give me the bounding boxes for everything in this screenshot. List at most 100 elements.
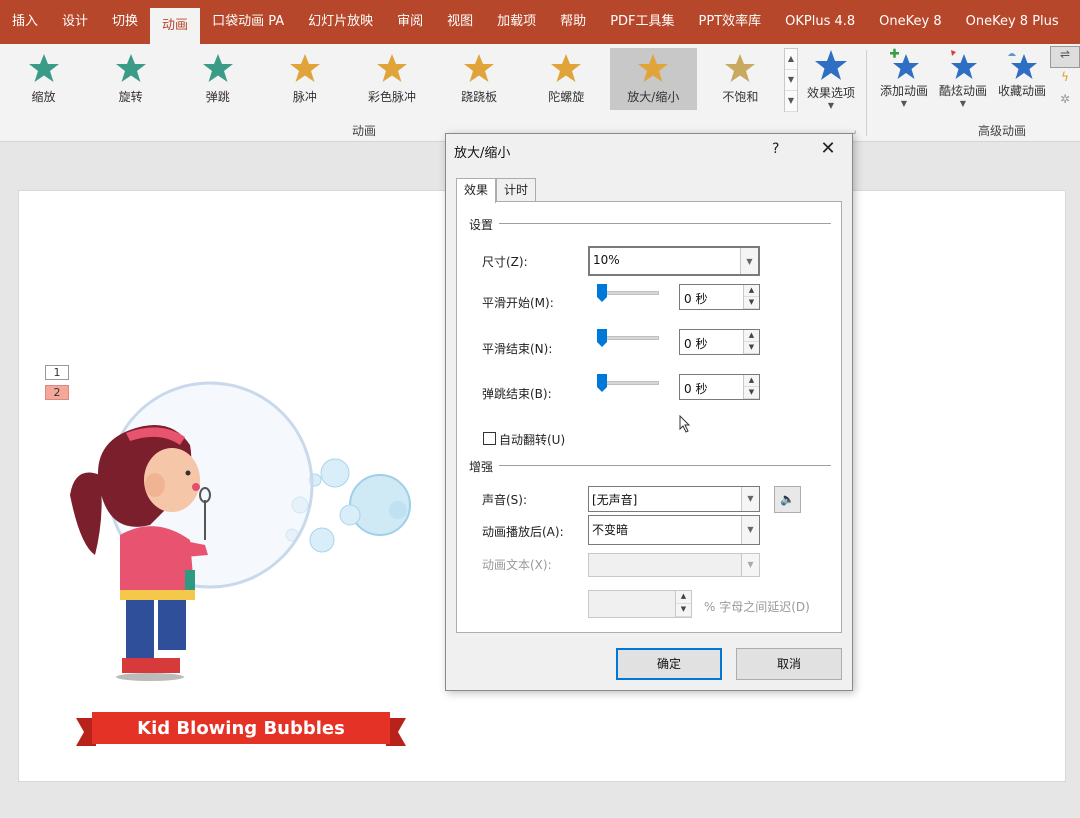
after-animation-combo[interactable]: 不变暗 ▼ bbox=[588, 515, 760, 545]
spin-up-icon[interactable]: ▲ bbox=[744, 330, 759, 342]
effect-options-label: 效果选项 bbox=[806, 86, 855, 100]
bounce-end-spinner[interactable]: 0 秒 ▲ ▼ bbox=[679, 374, 760, 400]
sound-combo[interactable]: [无声音] ▼ bbox=[588, 486, 760, 512]
spin-up-icon[interactable]: ▲ bbox=[744, 285, 759, 297]
chevron-down-icon: ▼ bbox=[900, 99, 908, 108]
auto-reverse-checkbox[interactable] bbox=[483, 432, 496, 445]
animate-text-combo[interactable]: ▼ bbox=[588, 553, 760, 577]
bounce-end-slider-thumb[interactable] bbox=[597, 374, 607, 392]
spin-down-icon[interactable]: ▼ bbox=[744, 387, 759, 399]
size-value: 10% bbox=[593, 253, 620, 267]
tab-13[interactable]: OneKey 8 bbox=[867, 0, 953, 44]
after-animation-label: 动画播放后(A): bbox=[482, 525, 564, 539]
tab-9[interactable]: 帮助 bbox=[548, 0, 598, 44]
smooth-start-slider-thumb[interactable] bbox=[597, 284, 607, 302]
help-button[interactable]: ? bbox=[772, 141, 779, 157]
animate-text-label: 动画文本(X): bbox=[482, 558, 552, 572]
tab-0[interactable]: 插入 bbox=[0, 0, 50, 44]
smooth-start-spinner[interactable]: 0 秒 ▲ ▼ bbox=[679, 284, 760, 310]
favorite-animation-button[interactable]: 收藏动画 bbox=[992, 48, 1052, 118]
cool-star-icon bbox=[951, 50, 977, 79]
animation-star-icon bbox=[551, 54, 582, 82]
favorite-star-icon bbox=[1008, 53, 1037, 79]
tab-2[interactable]: 切换 bbox=[100, 0, 150, 44]
tab-11[interactable]: PPT效率库 bbox=[687, 0, 774, 44]
trigger-icon[interactable]: ϟ bbox=[1050, 70, 1080, 92]
chevron-down-icon[interactable]: ▼ bbox=[741, 516, 759, 544]
gallery-scroll-up[interactable]: ▲ bbox=[785, 49, 797, 70]
speaker-icon[interactable]: 🔈 bbox=[774, 486, 801, 513]
tab-effect[interactable]: 效果 bbox=[456, 178, 497, 203]
gallery-more-button[interactable]: ▼ bbox=[785, 91, 797, 112]
animation-star-icon bbox=[464, 54, 495, 82]
letter-delay-spinner: ▲ ▼ bbox=[588, 590, 692, 618]
effect-options-button[interactable]: 效果选项 ▼ bbox=[800, 48, 862, 118]
after-animation-value: 不变暗 bbox=[592, 523, 629, 537]
spin-down-icon[interactable]: ▼ bbox=[744, 342, 759, 354]
chevron-down-icon: ▼ bbox=[741, 554, 759, 576]
gallery-item-7[interactable]: 放大/缩小 bbox=[609, 48, 697, 110]
section-settings: 设置 bbox=[469, 218, 494, 232]
tab-timing[interactable]: 计时 bbox=[496, 178, 537, 202]
smooth-start-label: 平滑开始(M): bbox=[482, 296, 554, 310]
smooth-end-slider-thumb[interactable] bbox=[597, 329, 607, 347]
tab-10[interactable]: PDF工具集 bbox=[598, 0, 686, 44]
tab-3[interactable]: 动画 bbox=[150, 8, 201, 44]
tab-5[interactable]: 幻灯片放映 bbox=[296, 0, 385, 44]
size-combo[interactable]: 10% ▼ bbox=[588, 246, 760, 276]
sound-value: [无声音] bbox=[592, 493, 638, 507]
auto-reverse-label[interactable]: 自动翻转(U) bbox=[499, 431, 565, 448]
animation-star-icon bbox=[28, 54, 59, 82]
favorite-animation-label: 收藏动画 bbox=[997, 84, 1046, 98]
gallery-item-label: 缩放 bbox=[31, 90, 56, 104]
gallery-item-4[interactable]: 彩色脉冲 bbox=[348, 48, 435, 110]
animation-star-icon bbox=[115, 54, 146, 82]
animation-star-icon bbox=[289, 54, 320, 82]
group-label-animation: 动画 bbox=[352, 124, 377, 138]
tab-1[interactable]: 设计 bbox=[50, 0, 100, 44]
smooth-end-spinner[interactable]: 0 秒 ▲ ▼ bbox=[679, 329, 760, 355]
chevron-down-icon[interactable]: ▼ bbox=[741, 487, 759, 511]
dialog-tabs: 效果 计时 bbox=[456, 178, 537, 203]
gallery-item-label: 脉冲 bbox=[292, 90, 317, 104]
animation-star-icon bbox=[638, 54, 669, 82]
close-button[interactable]: ✕ bbox=[818, 138, 838, 159]
section-divider bbox=[499, 223, 831, 224]
gallery-item-0[interactable]: 缩放 bbox=[0, 48, 87, 110]
gallery-item-label: 不饱和 bbox=[722, 90, 759, 104]
animation-pane-icon[interactable]: ⇌ bbox=[1050, 46, 1080, 68]
spin-up-icon[interactable]: ▲ bbox=[744, 375, 759, 387]
cancel-button[interactable]: 取消 bbox=[736, 648, 842, 680]
tab-4[interactable]: 口袋动画 PA bbox=[200, 0, 296, 44]
tab-8[interactable]: 加载项 bbox=[485, 0, 548, 44]
effect-panel: 设置 尺寸(Z): 10% ▼ 平滑开始(M): 0 秒 ▲ ▼ 平滑结束(N):… bbox=[456, 201, 842, 633]
ribbon: 缩放 旋转 弹跳 脉冲 彩色脉冲 跷跷板 陀螺旋 放大/缩小 不饱和 ▲ ▼ ▼ 效果选项 ▼ … bbox=[0, 44, 1080, 142]
cool-animation-button[interactable]: 酷炫动画 ▼ bbox=[933, 48, 993, 118]
gallery-item-5[interactable]: 跷跷板 bbox=[436, 48, 523, 110]
kid-blowing-bubbles-illustration[interactable] bbox=[60, 375, 420, 685]
chevron-down-icon[interactable]: ▼ bbox=[740, 248, 758, 274]
spin-down-icon[interactable]: ▼ bbox=[744, 297, 759, 309]
zoom-effect-dialog: 放大/缩小 ? ✕ 效果 计时 设置 尺寸(Z): 10% ▼ 平滑开始(M):… bbox=[445, 133, 853, 691]
gallery-item-3[interactable]: 脉冲 bbox=[261, 48, 348, 110]
spin-down-icon: ▼ bbox=[676, 604, 691, 617]
tab-14[interactable]: OneKey 8 Plus bbox=[954, 0, 1071, 44]
add-animation-button[interactable]: 添加动画 ▼ bbox=[874, 48, 934, 118]
tab-15[interactable]: 百度 bbox=[1071, 0, 1080, 44]
ribbon-tab-bar: 插入 设计 切换 动画 口袋动画 PA 幻灯片放映 审阅 视图 加载项 帮助 PDF工具集 PPT效率… bbox=[0, 0, 1080, 44]
tab-7[interactable]: 视图 bbox=[435, 0, 485, 44]
animation-painter-icon[interactable]: ✲ bbox=[1050, 92, 1080, 114]
tab-6[interactable]: 审阅 bbox=[385, 0, 435, 44]
gallery-item-6[interactable]: 陀螺旋 bbox=[523, 48, 610, 110]
ok-button[interactable]: 确定 bbox=[616, 648, 722, 680]
dialog-title: 放大/缩小 bbox=[454, 146, 511, 161]
gallery-item-2[interactable]: 弹跳 bbox=[174, 48, 261, 110]
smooth-start-value: 0 秒 bbox=[684, 292, 708, 306]
gallery-item-1[interactable]: 旋转 bbox=[87, 48, 174, 110]
tab-12[interactable]: OKPlus 4.8 bbox=[773, 0, 867, 44]
animation-star-icon bbox=[725, 54, 756, 82]
gallery-item-8[interactable]: 不饱和 bbox=[697, 48, 784, 110]
gallery-scroll[interactable]: ▲ ▼ ▼ bbox=[784, 48, 798, 112]
smooth-end-value: 0 秒 bbox=[684, 337, 708, 351]
gallery-scroll-down[interactable]: ▼ bbox=[785, 70, 797, 91]
